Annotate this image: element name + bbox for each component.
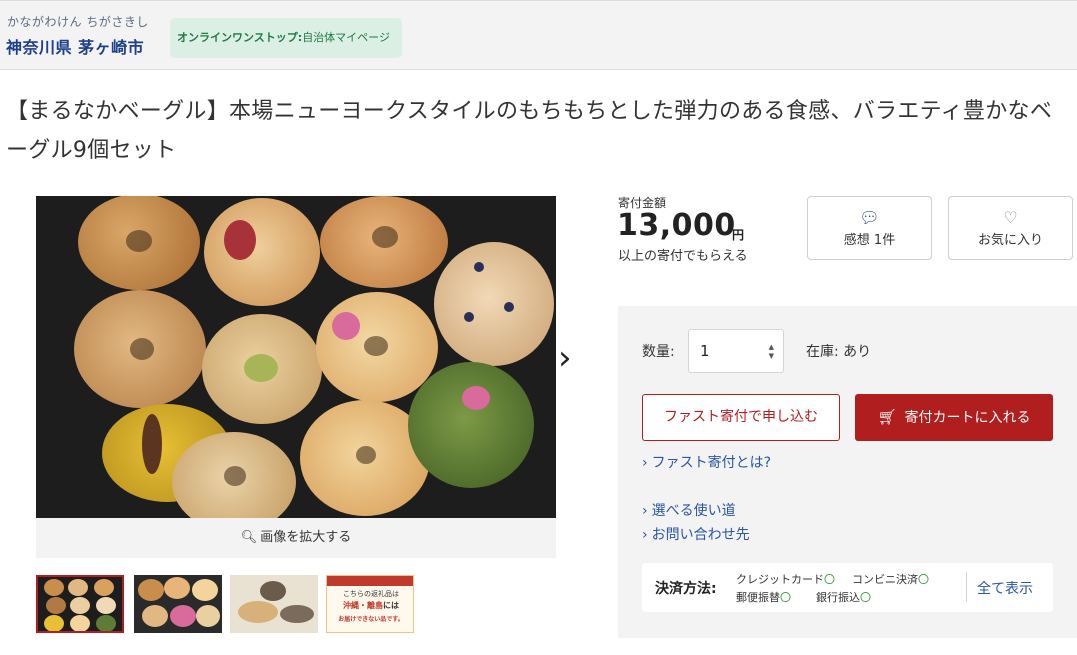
fast-donation-button[interactable]: ファスト寄付で申し込む (642, 394, 840, 441)
product-main-image[interactable] (36, 196, 556, 518)
chevron-right-icon: › (642, 503, 648, 519)
donation-unit: 円 (732, 228, 745, 242)
zoom-image-button[interactable]: 🔍︎ 画像を拡大する (36, 518, 556, 558)
payment-label: 決済方法: (655, 581, 717, 597)
quantity-select[interactable]: 1 ▲ ▼ (688, 329, 784, 373)
spinner-icon: ▲ ▼ (768, 343, 774, 360)
magnifier-icon: 🔍︎ (240, 530, 258, 545)
thumb4-line1: こちらの返礼品は (343, 590, 399, 598)
thumbnail-2[interactable] (134, 575, 222, 633)
show-all-payments-link[interactable]: 全て表示 (977, 578, 1033, 598)
payment-method-konbini: コンビニ決済〇 (852, 573, 929, 586)
donation-note: 以上の寄付でもらえる (618, 249, 748, 264)
bagel-image-part (202, 314, 322, 424)
fast-about-label: ファスト寄付とは? (651, 455, 772, 471)
city-name[interactable]: 神奈川県 茅ヶ崎市 (6, 34, 144, 58)
usage-label: 選べる使い道 (651, 503, 736, 519)
reviews-button[interactable]: 💬︎ 感想 1件 (807, 196, 932, 260)
contact-label: お問い合わせ先 (651, 527, 750, 543)
thumb4-line2: 沖縄・離島 (343, 601, 383, 610)
quantity-label: 数量: (642, 344, 675, 360)
speech-bubble-icon: 💬︎ (859, 208, 880, 227)
bagel-image-part (320, 196, 448, 288)
mypage-badge[interactable]: オンラインワンストップ:自治体マイページ (170, 18, 402, 58)
bagel-image-part (316, 292, 438, 402)
quantity-value: 1 (700, 342, 710, 360)
check-circle-icon: 〇 (824, 573, 835, 586)
mypage-badge-text: 自治体マイページ (302, 31, 390, 44)
thumbnail-1[interactable] (36, 575, 124, 633)
city-kana: かながわけん ちがさきし (7, 15, 149, 29)
zoom-label: 画像を拡大する (260, 530, 352, 545)
bagel-image-part (74, 290, 206, 408)
product-title: 【まるなかベーグル】本場ニューヨークスタイルのもちもちとした弾力のある食感、バラ… (6, 99, 1053, 163)
bagel-image-part (78, 196, 200, 290)
bagel-image-part (204, 198, 320, 306)
thumbnail-3[interactable] (230, 575, 318, 633)
check-circle-icon: 〇 (860, 591, 871, 604)
heart-icon: ♡ (1003, 208, 1018, 227)
next-image-arrow[interactable]: › (558, 336, 582, 380)
chevron-right-icon: › (642, 527, 648, 543)
payment-method-credit: クレジットカード〇 (736, 573, 835, 586)
check-circle-icon: 〇 (780, 591, 791, 604)
add-to-cart-button[interactable]: 🛒︎ 寄付カートに入れる (855, 394, 1053, 441)
contact-link[interactable]: › お問い合わせ先 (642, 524, 750, 544)
thumb4-line3: には (383, 601, 399, 610)
check-circle-icon: 〇 (918, 573, 929, 586)
bagel-image-part (434, 242, 554, 366)
payment-divider (966, 572, 967, 602)
bagel-image-part (172, 432, 296, 518)
fast-donation-about-link[interactable]: › ファスト寄付とは? (642, 452, 771, 472)
usage-link[interactable]: › 選べる使い道 (642, 500, 736, 520)
favorite-button[interactable]: ♡ お気に入り (948, 196, 1073, 260)
payment-method-bank: 銀行振込〇 (816, 591, 871, 604)
stock-status: 在庫: あり (806, 344, 872, 360)
bagel-image-part (408, 362, 534, 488)
chevron-right-icon: › (642, 455, 648, 471)
payment-method-postal: 郵便振替〇 (736, 591, 791, 604)
site-header: かながわけん ちがさきし 神奈川県 茅ヶ崎市 オンラインワンストップ:自治体マイ… (0, 0, 1077, 70)
thumbnail-4-notice[interactable]: こちらの返礼品は 沖縄・離島には お届けできない品です。 (326, 575, 414, 633)
favorite-label: お気に入り (977, 233, 1043, 248)
cart-button-label: 寄付カートに入れる (904, 410, 1031, 426)
mypage-badge-bold: オンラインワンストップ: (177, 31, 303, 44)
reviews-label: 感想 1件 (843, 233, 896, 248)
cart-icon: 🛒︎ (877, 408, 897, 426)
donation-amount: 13,000 (617, 208, 736, 243)
thumb4-line4: お届けできない品です。 (338, 616, 404, 623)
